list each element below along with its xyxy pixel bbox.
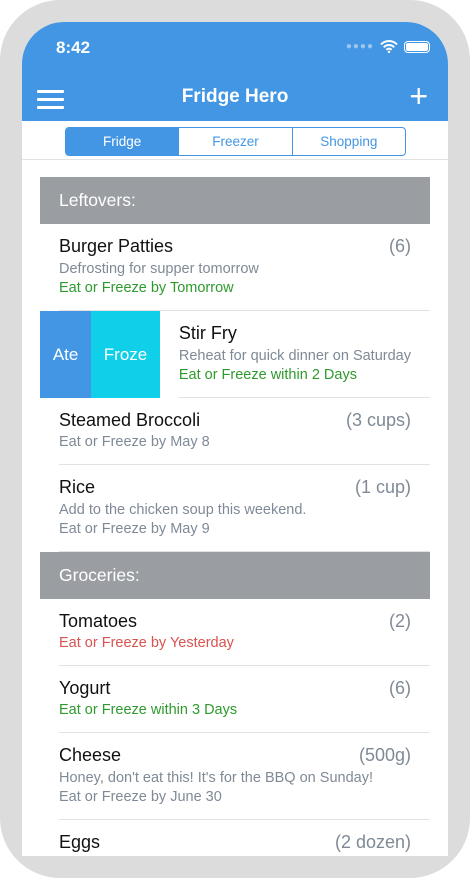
list-item[interactable]: Eggs (2 dozen) [40, 820, 430, 856]
screen: 8:42 ●●●● Fridge Hero + Fridge Freezer S… [22, 22, 448, 856]
item-expiry: Eat or Freeze by May 8 [59, 434, 210, 450]
list-item[interactable]: Cheese (500g) Honey, don't eat this! It's… [40, 733, 430, 820]
item-list: Leftovers: Burger Patties (6) Defrosting … [40, 177, 430, 856]
item-name: Yogurt [59, 678, 111, 698]
tab-shopping[interactable]: Shopping [293, 128, 405, 155]
item-name: Burger Patties [59, 236, 174, 256]
list-item[interactable]: Steamed Broccoli (3 cups) Eat or Freeze b… [40, 398, 430, 465]
swiped-list-item[interactable]: Ate Froze Stir Fry Reheat for quick dinn… [40, 311, 430, 398]
item-expiry: Eat or Freeze within 3 Days [59, 702, 238, 718]
froze-button[interactable]: Froze [91, 311, 160, 398]
segment-bar: Fridge Freezer Shopping [22, 121, 448, 160]
item-qty: (6) [389, 236, 411, 256]
add-icon[interactable]: + [409, 80, 428, 112]
item-note: Reheat for quick dinner on Saturday [178, 348, 411, 364]
status-time: 8:42 [56, 38, 91, 57]
item-expiry: Eat or Freeze by Yesterday [59, 635, 234, 651]
list-item[interactable]: Burger Patties (6) Defrosting for supper … [40, 224, 430, 311]
section-header: Leftovers: [40, 177, 430, 224]
item-qty: (1 cup) [354, 477, 411, 497]
item-name: Rice [59, 477, 96, 497]
item-qty: (2) [389, 611, 411, 631]
list-item[interactable]: Stir Fry Reheat for quick dinner on Satu… [159, 311, 430, 398]
item-qty: (3 cups) [345, 410, 411, 430]
status-icons: ●●●● [346, 40, 430, 53]
ate-button[interactable]: Ate [40, 311, 92, 398]
section-header: Groceries: [40, 552, 430, 599]
list-item[interactable]: Yogurt (6) Eat or Freeze within 3 Days [40, 666, 430, 733]
page-title: Fridge Hero [181, 86, 289, 107]
item-name: Stir Fry [178, 323, 237, 343]
item-note: Honey, don't eat this! It's for the BBQ … [59, 770, 373, 786]
item-expiry: Eat or Freeze by Tomorrow [59, 280, 234, 296]
list-item[interactable]: Tomatoes (2) Eat or Freeze by Yesterday [40, 599, 430, 666]
item-note: Defrosting for supper tomorrow [59, 261, 259, 277]
item-expiry: Eat or Freeze by May 9 [59, 521, 210, 537]
item-name: Steamed Broccoli [59, 410, 201, 430]
list-item[interactable]: Rice (1 cup) Add to the chicken soup this… [40, 465, 430, 552]
battery-icon [404, 40, 430, 53]
item-expiry: Eat or Freeze within 2 Days [178, 367, 357, 383]
segmented-control: Fridge Freezer Shopping [65, 127, 406, 156]
item-expiry: Eat or Freeze by June 30 [59, 789, 222, 805]
nav-bar: 8:42 ●●●● Fridge Hero + [22, 22, 448, 121]
tab-fridge[interactable]: Fridge [66, 128, 180, 155]
wifi-icon [380, 40, 398, 53]
item-qty: (500g) [358, 745, 411, 765]
item-qty: (2 dozen) [334, 832, 411, 852]
item-name: Cheese [59, 745, 122, 765]
item-name: Tomatoes [59, 611, 138, 631]
item-note: Add to the chicken soup this weekend. [59, 502, 307, 518]
item-name: Eggs [59, 832, 101, 852]
signal-icon: ●●●● [345, 41, 374, 52]
tab-freezer[interactable]: Freezer [179, 128, 293, 155]
item-qty: (6) [389, 678, 411, 698]
